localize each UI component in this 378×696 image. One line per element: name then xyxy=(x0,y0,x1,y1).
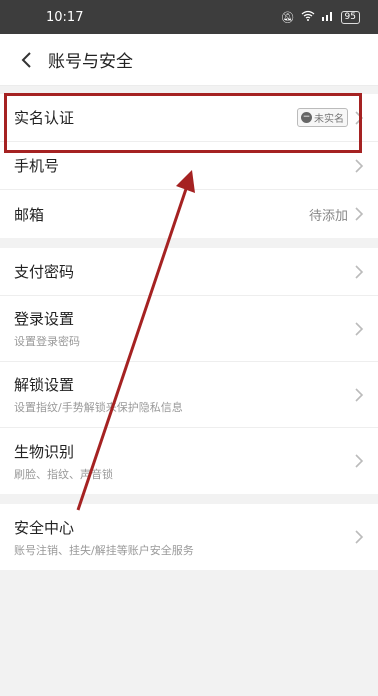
signal-icon xyxy=(321,10,335,24)
row-subtitle: 刷脸、指纹、声音锁 xyxy=(14,467,113,481)
row-security-center[interactable]: 安全中心 账号注销、挂失/解挂等账户安全服务 xyxy=(0,504,378,570)
chevron-right-icon xyxy=(355,454,364,468)
row-subtitle: 设置指纹/手势解锁来保护隐私信息 xyxy=(14,401,183,414)
row-title: 安全中心 xyxy=(14,518,75,537)
chevron-right-icon xyxy=(355,387,364,402)
chevron-right-icon xyxy=(355,207,364,221)
nav-bar: 账号与安全 xyxy=(0,34,378,86)
row-title: 生物识别 xyxy=(14,442,75,461)
row-title: 支付密码 xyxy=(14,263,75,281)
back-arrow-icon[interactable] xyxy=(14,48,38,72)
row-email[interactable]: 邮箱 待添加 xyxy=(0,190,378,238)
battery-indicator: 95 xyxy=(340,10,360,24)
security-center-group: 安全中心 账号注销、挂失/解挂等账户安全服务 xyxy=(0,504,378,570)
row-payment-password[interactable]: 支付密码 xyxy=(0,248,378,296)
row-unlock-settings[interactable]: 解锁设置 设置指纹/手势解锁来保护隐私信息 xyxy=(0,362,378,428)
row-title: 手机号 xyxy=(14,157,60,175)
row-subtitle: 账号注销、挂失/解挂等账户安全服务 xyxy=(14,543,194,557)
chevron-right-icon xyxy=(355,264,364,279)
chevron-right-icon xyxy=(355,321,364,336)
row-biometrics[interactable]: 生物识别 刷脸、指纹、声音锁 xyxy=(0,428,378,494)
row-subtitle: 设置登录密码 xyxy=(14,335,80,348)
chevron-right-icon xyxy=(355,530,364,544)
security-group: 支付密码 登录设置 设置登录密码 解锁设置 设置指纹/手势解锁来保护隐私信息 生… xyxy=(0,248,378,494)
chevron-right-icon xyxy=(355,158,364,173)
status-icons: 🔕︎ 95 xyxy=(281,10,360,24)
page-title: 账号与安全 xyxy=(48,52,133,72)
mute-icon: 🔕︎ xyxy=(280,10,295,24)
email-value: 待添加 xyxy=(308,208,348,224)
row-login-settings[interactable]: 登录设置 设置登录密码 xyxy=(0,296,378,362)
row-title: 登录设置 xyxy=(14,310,75,328)
row-title: 解锁设置 xyxy=(14,376,75,394)
row-title: 邮箱 xyxy=(14,205,45,224)
status-bar: 10:17 🔕︎ 95 xyxy=(0,0,378,34)
status-time: 10:17 xyxy=(46,9,84,25)
annotation-highlight-box xyxy=(4,93,362,153)
wifi-icon xyxy=(301,10,315,24)
